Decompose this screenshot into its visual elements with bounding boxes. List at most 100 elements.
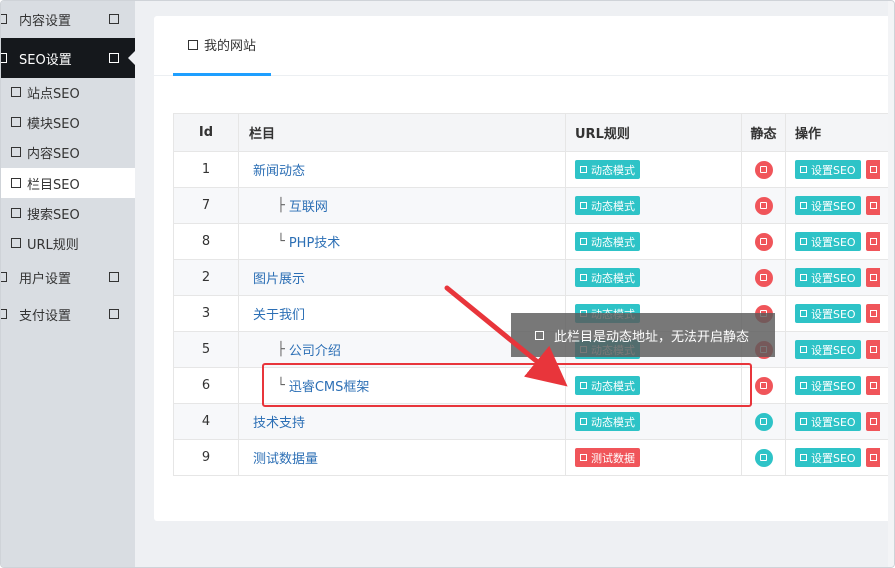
set-seo-button[interactable]: 设置SEO <box>795 304 861 323</box>
more-action-button[interactable] <box>865 304 880 323</box>
sidebar-item-label: 栏目SEO <box>27 177 80 193</box>
sidebar-item-payment-settings[interactable]: 支付设置 <box>1 299 135 329</box>
sidebar-item-label: 模块SEO <box>27 116 80 132</box>
static-toggle-button[interactable] <box>754 196 773 215</box>
sidebar-item-category-seo[interactable]: 栏目SEO <box>1 168 135 198</box>
row-actions-cell: 设置SEO <box>786 404 894 439</box>
tab-my-site[interactable]: 我的网站 <box>173 16 271 76</box>
row-name-cell: 图片展示 <box>239 260 566 295</box>
more-action-button[interactable] <box>865 340 880 359</box>
set-seo-button[interactable]: 设置SEO <box>795 376 861 395</box>
category-link[interactable]: 关于我们 <box>253 304 305 323</box>
row-static-cell <box>742 260 786 295</box>
square-icon <box>800 382 807 389</box>
tree-branch: └ <box>277 378 285 393</box>
table-row: 9 测试数据量 测试数据 设置SEO <box>174 440 894 476</box>
static-toggle-button[interactable] <box>754 232 773 251</box>
row-actions-cell: 设置SEO <box>786 224 894 259</box>
category-link[interactable]: 迅睿CMS框架 <box>289 376 370 395</box>
row-actions-cell: 设置SEO <box>786 188 894 223</box>
url-mode-badge[interactable]: 动态模式 <box>575 268 640 287</box>
set-seo-button[interactable]: 设置SEO <box>795 196 861 215</box>
table-row: 6 └ 迅睿CMS框架 动态模式 设置SEO <box>174 368 894 404</box>
square-icon <box>869 202 877 209</box>
sidebar-item-url-rules[interactable]: URL规则 <box>1 228 135 258</box>
square-icon <box>800 346 807 353</box>
set-seo-label: 设置SEO <box>811 235 856 249</box>
static-toggle-button[interactable] <box>754 160 773 179</box>
url-mode-badge[interactable]: 测试数据 <box>575 448 640 467</box>
url-mode-badge[interactable]: 动态模式 <box>575 376 640 395</box>
static-toggle-button[interactable] <box>754 376 773 395</box>
more-action-button[interactable] <box>865 448 880 467</box>
set-seo-button[interactable]: 设置SEO <box>795 448 861 467</box>
sidebar-item-content-settings[interactable]: 内容设置 <box>1 5 135 33</box>
static-toggle-button[interactable] <box>754 268 773 287</box>
scrollbar[interactable] <box>888 1 894 567</box>
square-icon <box>580 454 587 461</box>
row-id: 4 <box>174 404 239 439</box>
category-link[interactable]: 图片展示 <box>253 268 305 287</box>
sidebar-item-label: SEO设置 <box>19 52 72 68</box>
square-icon <box>109 53 119 63</box>
row-actions-cell: 设置SEO <box>786 368 894 403</box>
sidebar-item-site-seo[interactable]: 站点SEO <box>1 77 135 107</box>
row-name-cell: ├ 互联网 <box>239 188 566 223</box>
sidebar-item-label: 搜索SEO <box>27 207 80 223</box>
category-link[interactable]: 技术支持 <box>253 412 305 431</box>
set-seo-label: 设置SEO <box>811 343 856 357</box>
static-toggle-button[interactable] <box>754 448 773 467</box>
sidebar-item-seo-settings[interactable]: SEO设置 <box>1 38 136 78</box>
sidebar-item-module-seo[interactable]: 模块SEO <box>1 107 135 137</box>
category-link[interactable]: PHP技术 <box>289 232 340 251</box>
more-action-button[interactable] <box>865 160 880 179</box>
url-mode-badge[interactable]: 动态模式 <box>575 160 640 179</box>
category-link[interactable]: 测试数据量 <box>253 448 318 467</box>
row-actions-cell: 设置SEO <box>786 440 894 475</box>
set-seo-button[interactable]: 设置SEO <box>795 412 861 431</box>
set-seo-button[interactable]: 设置SEO <box>795 160 861 179</box>
header-url-rule: URL规则 <box>566 114 742 151</box>
header-id[interactable]: Id <box>174 114 239 151</box>
url-mode-badge[interactable]: 动态模式 <box>575 232 640 251</box>
sidebar-item-content-seo[interactable]: 内容SEO <box>1 137 135 167</box>
tab-label: 我的网站 <box>203 39 256 54</box>
row-actions-cell: 设置SEO <box>786 152 894 187</box>
more-action-button[interactable] <box>865 232 880 251</box>
square-icon <box>800 202 807 209</box>
set-seo-button[interactable]: 设置SEO <box>795 340 861 359</box>
more-action-button[interactable] <box>865 376 880 395</box>
category-link[interactable]: 互联网 <box>289 196 328 215</box>
square-icon <box>869 238 877 245</box>
tooltip-text: 此栏目是动态地址，无法开启静态 <box>554 329 750 345</box>
square-icon <box>11 87 21 97</box>
category-link[interactable]: 新闻动态 <box>253 160 305 179</box>
more-action-button[interactable] <box>865 412 880 431</box>
row-actions-cell: 设置SEO <box>786 332 894 367</box>
sidebar-item-search-seo[interactable]: 搜索SEO <box>1 198 135 228</box>
square-icon <box>109 309 119 319</box>
set-seo-button[interactable]: 设置SEO <box>795 268 861 287</box>
sidebar-item-user-settings[interactable]: 用户设置 <box>1 262 135 292</box>
url-mode-label: 测试数据 <box>591 451 635 465</box>
row-static-cell <box>742 224 786 259</box>
category-link[interactable]: 公司介绍 <box>289 340 341 359</box>
more-action-button[interactable] <box>865 196 880 215</box>
more-action-button[interactable] <box>865 268 880 287</box>
static-toggle-button[interactable] <box>754 412 773 431</box>
square-icon <box>1 309 7 319</box>
table-row: 2 图片展示 动态模式 设置SEO <box>174 260 894 296</box>
square-icon <box>800 418 807 425</box>
url-mode-badge[interactable]: 动态模式 <box>575 196 640 215</box>
url-mode-badge[interactable]: 动态模式 <box>575 412 640 431</box>
set-seo-button[interactable]: 设置SEO <box>795 232 861 251</box>
square-icon <box>869 346 877 353</box>
table-row: 7 ├ 互联网 动态模式 设置SEO <box>174 188 894 224</box>
square-icon <box>580 274 587 281</box>
sidebar-item-label: 站点SEO <box>27 86 80 102</box>
square-icon <box>800 310 807 317</box>
square-icon <box>869 274 877 281</box>
square-icon <box>760 382 767 389</box>
set-seo-label: 设置SEO <box>811 163 856 177</box>
sidebar-item-label: 用户设置 <box>19 271 72 287</box>
